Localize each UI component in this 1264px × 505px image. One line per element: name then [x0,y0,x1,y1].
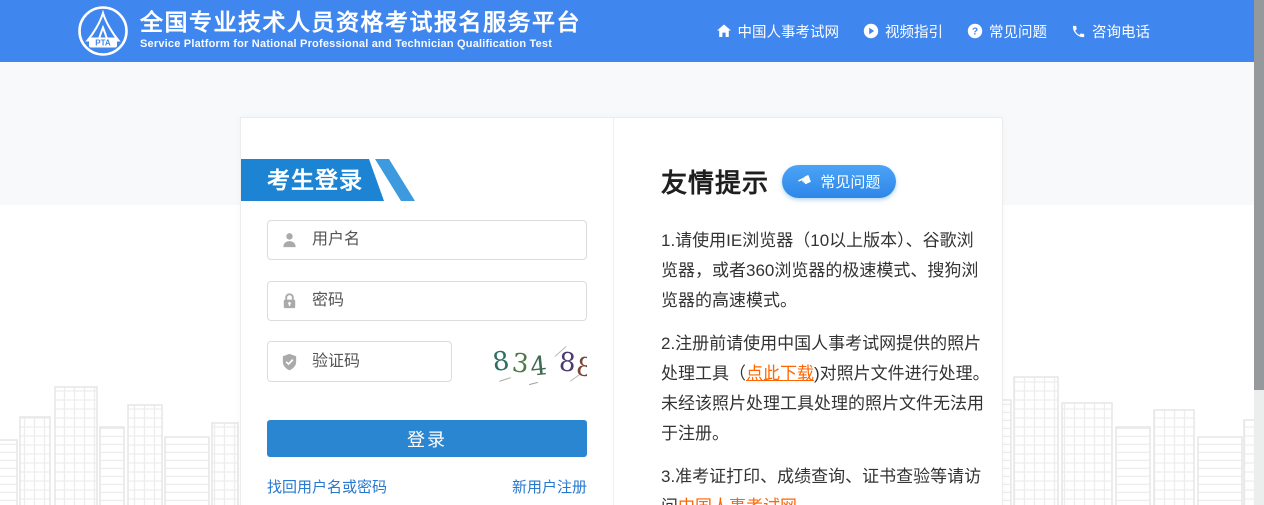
question-icon: ? [967,23,983,39]
tips-list: 1.请使用IE浏览器（10以上版本）、谷歌浏览器，或者360浏览器的极速模式、搜… [661,226,990,505]
play-icon [863,23,879,39]
svg-text:PTA: PTA [95,39,111,48]
tip-item: 1.请使用IE浏览器（10以上版本）、谷歌浏览器，或者360浏览器的极速模式、搜… [661,226,990,316]
nav-video-guide[interactable]: 视频指引 [863,21,943,42]
captcha-digit: 4 [529,353,548,381]
nav-cpta-site[interactable]: 中国人事考试网 [716,21,840,42]
nav-label: 咨询电话 [1092,21,1150,42]
home-icon [716,23,732,39]
page-scrollbar[interactable] [1254,0,1264,505]
shield-check-icon [280,352,299,371]
captcha-digit: 8 [575,354,587,382]
captcha-digit: 8 [491,348,511,376]
nav-label: 常见问题 [989,21,1047,42]
user-icon [280,231,299,250]
pointing-hand-icon: ☚ [794,168,815,192]
tips-header: 友情提示 ☚ 常见问题 [661,163,990,200]
captcha-noise [499,377,511,382]
tips-panel: 友情提示 ☚ 常见问题 1.请使用IE浏览器（10以上版本）、谷歌浏览器，或者3… [614,118,1002,505]
captcha-digit: 3 [510,350,529,378]
login-button[interactable]: 登录 [267,420,587,457]
nav-label: 中国人事考试网 [738,21,840,42]
phone-icon [1071,24,1086,39]
lock-icon [280,292,299,311]
nav-phone[interactable]: 咨询电话 [1071,21,1150,42]
captcha-digit: 8 [558,349,576,376]
username-field [267,220,587,260]
faq-badge-button[interactable]: ☚ 常见问题 [782,165,896,198]
top-nav: 中国人事考试网 视频指引 ? 常见问题 咨询电话 [716,0,1151,62]
password-field [267,281,587,321]
download-link[interactable]: 点此下载 [746,364,814,383]
tip-text: 。 [797,497,814,505]
forgot-credentials-link[interactable]: 找回用户名或密码 [267,476,387,497]
register-link[interactable]: 新用户注册 [512,476,587,497]
username-input[interactable] [267,220,587,260]
tip-item: 2.注册前请使用中国人事考试网提供的照片处理工具（点此下载)对照片文件进行处理。… [661,329,990,449]
login-panel: 考生登录 [241,118,614,505]
cpta-site-link[interactable]: 中国人事考试网 [678,497,797,505]
main-card: 考生登录 [240,117,1003,505]
faq-badge-label: 常见问题 [820,171,880,192]
tips-title: 友情提示 [661,163,769,200]
brand: 全国专业技术人员资格考试报名服务平台 Service Platform for … [140,8,581,50]
nav-label: 视频指引 [885,21,943,42]
scrollbar-thumb[interactable] [1254,0,1264,390]
header: PTA 全国专业技术人员资格考试报名服务平台 Service Platform … [0,0,1254,62]
site-title: 全国专业技术人员资格考试报名服务平台 [140,8,581,36]
login-title-ribbon: 考生登录 [241,159,417,201]
captcha-field [267,341,452,382]
site-subtitle: Service Platform for National Profession… [140,38,581,50]
nav-faq[interactable]: ? 常见问题 [967,21,1047,42]
form-links: 找回用户名或密码 新用户注册 [267,476,587,497]
tip-item: 3.准考证打印、成绩查询、证书查验等请访问中国人事考试网。 [661,462,990,505]
login-title: 考生登录 [267,159,363,201]
password-input[interactable] [267,281,587,321]
pta-logo: PTA [76,4,130,58]
svg-text:?: ? [972,27,978,38]
captcha-image[interactable]: 83488 [489,339,587,389]
tip-text: 1.请使用IE浏览器（10以上版本）、谷歌浏览器，或者360浏览器的极速模式、搜… [661,231,978,310]
page: PTA 全国专业技术人员资格考试报名服务平台 Service Platform … [0,0,1264,505]
